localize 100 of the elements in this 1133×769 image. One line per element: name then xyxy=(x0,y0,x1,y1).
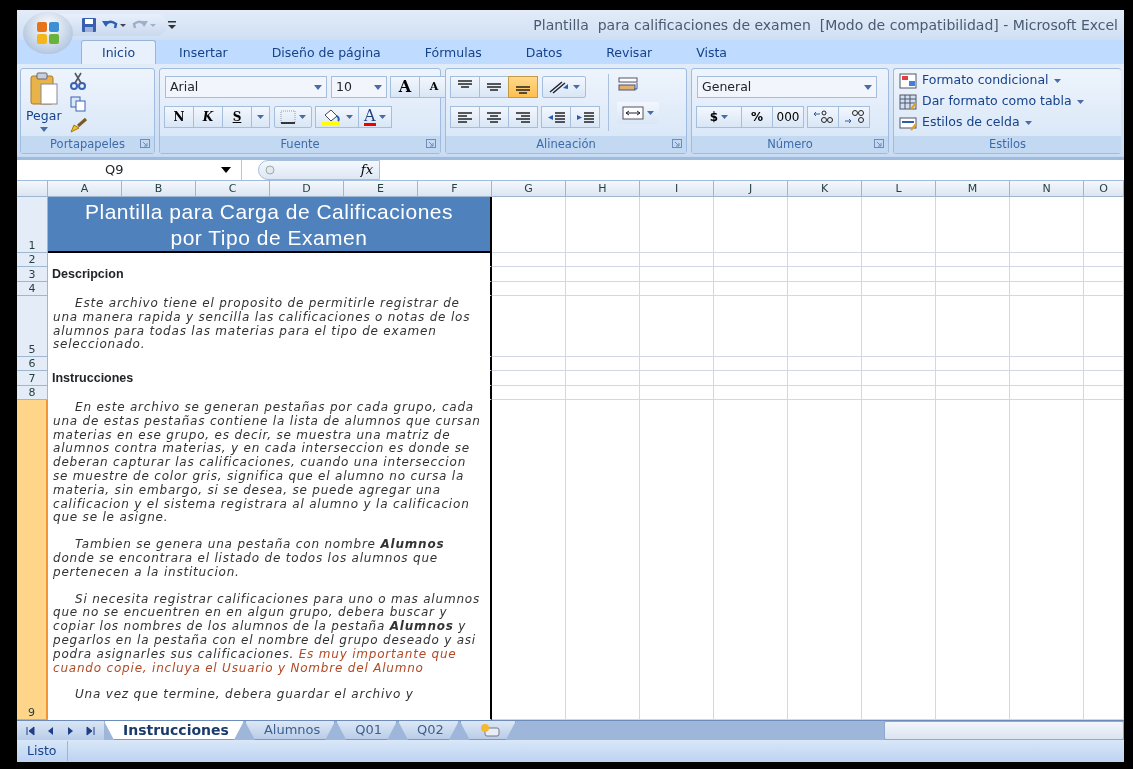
expand-handle-icon[interactable] xyxy=(265,165,275,175)
middle-align-button[interactable] xyxy=(479,76,509,98)
spreadsheet-cell[interactable] xyxy=(862,357,936,371)
borders-button[interactable] xyxy=(274,106,312,128)
increase-decimal-button[interactable] xyxy=(807,106,839,128)
sheet-tab[interactable]: Alumnos xyxy=(244,721,336,740)
ribbon-tab[interactable]: Inicio xyxy=(81,40,157,64)
currency-button[interactable]: $ xyxy=(696,106,742,128)
scissors-icon[interactable] xyxy=(69,72,86,90)
spreadsheet-cell[interactable] xyxy=(566,282,640,296)
spreadsheet-cell[interactable] xyxy=(862,282,936,296)
paintbrush-icon[interactable] xyxy=(69,117,88,133)
spreadsheet-cell[interactable] xyxy=(936,253,1010,267)
row-header[interactable]: 5 xyxy=(17,296,48,357)
row-header[interactable]: 2 xyxy=(17,253,48,267)
column-header[interactable]: D xyxy=(302,182,311,195)
spreadsheet-cell[interactable] xyxy=(492,371,566,386)
spreadsheet-cell[interactable] xyxy=(640,296,714,357)
spreadsheet-cell[interactable] xyxy=(1010,197,1084,253)
last-sheet-icon[interactable] xyxy=(85,725,96,736)
spreadsheet-cell[interactable] xyxy=(788,357,862,371)
paste-button[interactable]: Pegar xyxy=(26,72,62,133)
spreadsheet-cell[interactable] xyxy=(1010,357,1084,371)
merge-center-button[interactable] xyxy=(617,102,659,124)
spreadsheet-cell[interactable] xyxy=(1010,371,1084,386)
spreadsheet-cell[interactable] xyxy=(492,296,566,357)
spreadsheet-cell[interactable] xyxy=(566,296,640,357)
row-header[interactable]: 4 xyxy=(17,282,48,296)
align-center-button[interactable] xyxy=(479,106,509,128)
sheet-tab[interactable]: Instrucciones xyxy=(104,721,244,740)
align-left-button[interactable] xyxy=(450,106,480,128)
increase-indent-button[interactable] xyxy=(570,106,600,128)
spreadsheet-cell[interactable] xyxy=(788,267,862,282)
bold-button[interactable]: N xyxy=(164,106,194,128)
font-color-button[interactable]: A xyxy=(358,106,392,128)
column-header[interactable]: J xyxy=(748,182,753,195)
italic-button[interactable]: K xyxy=(193,106,223,128)
name-box[interactable]: Q9 xyxy=(17,160,242,180)
spreadsheet-cell[interactable] xyxy=(714,296,788,357)
row-header[interactable]: 1 xyxy=(17,197,48,253)
decrease-indent-button[interactable] xyxy=(541,106,571,128)
spreadsheet-cell[interactable] xyxy=(640,253,714,267)
spreadsheet-cell[interactable] xyxy=(862,197,936,253)
spreadsheet-cell[interactable] xyxy=(936,197,1010,253)
sheet-tab[interactable]: Q01 xyxy=(336,721,398,740)
row-header[interactable]: 8 xyxy=(17,386,48,400)
spreadsheet-cell[interactable] xyxy=(492,386,566,400)
spreadsheet-cell[interactable] xyxy=(640,282,714,296)
column-header[interactable]: K xyxy=(820,182,829,195)
spreadsheet-cell[interactable] xyxy=(566,253,640,267)
spreadsheet-cell[interactable] xyxy=(714,386,788,400)
ribbon-tab[interactable]: Vista xyxy=(675,40,748,64)
column-header[interactable]: N xyxy=(1042,182,1051,195)
spreadsheet-cell[interactable] xyxy=(1010,253,1084,267)
save-icon[interactable] xyxy=(81,17,97,33)
spreadsheet-cell[interactable] xyxy=(640,371,714,386)
row-header[interactable]: 3 xyxy=(17,267,48,282)
spreadsheet-cell[interactable] xyxy=(492,253,566,267)
top-align-button[interactable] xyxy=(450,76,480,98)
sheet-tab[interactable]: Q02 xyxy=(398,721,459,740)
ribbon-tab[interactable]: Fórmulas xyxy=(403,40,503,64)
dialog-launcher-icon[interactable] xyxy=(426,139,436,148)
spreadsheet-cell[interactable] xyxy=(788,197,862,253)
underline-button[interactable]: S xyxy=(222,106,252,128)
spreadsheet-cell[interactable] xyxy=(1010,267,1084,282)
format-as-table-button[interactable]: Dar formato como tabla xyxy=(899,91,1084,112)
dropdown-caret-icon[interactable] xyxy=(374,84,382,90)
spreadsheet-cell[interactable] xyxy=(714,197,788,253)
column-header[interactable]: G xyxy=(524,182,533,195)
spreadsheet-cell[interactable] xyxy=(566,371,640,386)
column-header[interactable]: F xyxy=(451,182,458,195)
row-header[interactable]: 9 xyxy=(17,400,48,720)
spreadsheet-cell[interactable] xyxy=(936,267,1010,282)
row-header[interactable]: 7 xyxy=(17,371,48,386)
first-sheet-icon[interactable] xyxy=(25,725,36,736)
spreadsheet-cell[interactable] xyxy=(1084,400,1124,720)
spreadsheet-cell[interactable] xyxy=(714,282,788,296)
spreadsheet-cell[interactable] xyxy=(640,357,714,371)
spreadsheet-cell[interactable] xyxy=(862,253,936,267)
column-header[interactable]: C xyxy=(228,182,237,195)
spreadsheet-cell[interactable] xyxy=(640,267,714,282)
spreadsheet-cell[interactable] xyxy=(1084,357,1124,371)
wrap-text-icon[interactable] xyxy=(617,76,639,94)
spreadsheet-cell[interactable] xyxy=(492,357,566,371)
thousands-button[interactable]: 000 xyxy=(772,106,804,128)
dialog-launcher-icon[interactable] xyxy=(672,139,682,148)
spreadsheet-cell[interactable] xyxy=(936,357,1010,371)
spreadsheet-cell[interactable] xyxy=(492,197,566,253)
cell-styles-button[interactable]: Estilos de celda xyxy=(899,112,1084,133)
spreadsheet-cell[interactable] xyxy=(788,282,862,296)
dialog-launcher-icon[interactable] xyxy=(874,139,884,148)
align-right-button[interactable] xyxy=(508,106,538,128)
spreadsheet-cell[interactable] xyxy=(1084,197,1124,253)
spreadsheet-cell[interactable] xyxy=(566,197,640,253)
column-header[interactable]: B xyxy=(154,182,163,195)
spreadsheet-cell[interactable] xyxy=(1084,253,1124,267)
spreadsheet-cell[interactable] xyxy=(640,386,714,400)
font-name-field[interactable]: Arial xyxy=(165,76,327,98)
spreadsheet-cell[interactable] xyxy=(936,296,1010,357)
customize-toolbar-icon[interactable] xyxy=(167,18,177,32)
